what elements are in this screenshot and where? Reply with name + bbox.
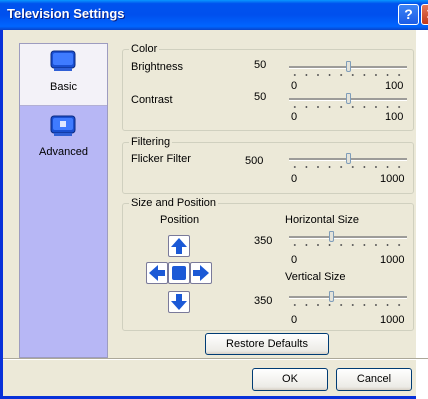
category-sidebar: Basic Advanced: [19, 43, 108, 358]
title-bar[interactable]: Television Settings ? ✕: [0, 0, 428, 30]
move-left-button[interactable]: [146, 262, 168, 284]
sidebar-item-label: Basic: [50, 81, 77, 93]
contrast-value: 50: [254, 91, 267, 103]
arrow-left-icon: [149, 265, 165, 281]
flicker-filter-max: 1000: [380, 173, 405, 185]
position-label: Position: [160, 214, 200, 226]
cancel-button[interactable]: Cancel: [336, 368, 412, 391]
slider-thumb[interactable]: [345, 153, 351, 164]
contrast-max: 100: [385, 111, 404, 123]
group-title: Filtering: [129, 136, 173, 149]
slider-thumb[interactable]: [328, 231, 334, 242]
move-up-button[interactable]: [168, 235, 190, 257]
flicker-filter-min: 0: [291, 173, 298, 185]
horizontal-size-label: Horizontal Size: [285, 214, 359, 226]
slider-thumb[interactable]: [345, 61, 351, 72]
help-button[interactable]: ?: [398, 4, 419, 25]
arrow-up-icon: [171, 238, 187, 254]
vertical-size-max: 1000: [380, 314, 405, 326]
brightness-value: 50: [254, 59, 267, 71]
window-title: Television Settings: [7, 6, 125, 21]
footer-separator: [3, 358, 428, 360]
center-square-icon: [172, 266, 186, 280]
horizontal-size-slider[interactable]: [289, 228, 407, 248]
contrast-slider[interactable]: [289, 90, 407, 110]
restore-defaults-button[interactable]: Restore Defaults: [205, 333, 329, 355]
move-right-button[interactable]: [190, 262, 212, 284]
vertical-size-slider[interactable]: [289, 288, 407, 308]
contrast-label: Contrast: [131, 94, 173, 106]
horizontal-size-value: 350: [254, 235, 273, 247]
horizontal-size-max: 1000: [380, 254, 405, 266]
arrow-right-icon: [193, 265, 209, 281]
brightness-label: Brightness: [131, 61, 183, 73]
center-position-button[interactable]: [168, 262, 190, 284]
vertical-size-label: Vertical Size: [285, 271, 346, 283]
vertical-size-min: 0: [291, 314, 298, 326]
arrow-down-icon: [171, 294, 187, 310]
contrast-min: 0: [291, 111, 298, 123]
group-title: Color: [129, 43, 160, 56]
vertical-size-value: 350: [254, 295, 273, 307]
ok-button[interactable]: OK: [252, 368, 328, 391]
close-button[interactable]: ✕: [421, 4, 428, 25]
flicker-filter-slider[interactable]: [289, 150, 407, 170]
sidebar-item-basic[interactable]: Basic: [20, 44, 107, 106]
horizontal-size-min: 0: [291, 254, 298, 266]
monitor-advanced-icon: [50, 115, 76, 136]
group-title: Size and Position: [129, 197, 218, 210]
sidebar-item-label: Advanced: [39, 146, 88, 158]
slider-thumb[interactable]: [345, 93, 351, 104]
sidebar-item-advanced[interactable]: Advanced: [20, 112, 107, 172]
flicker-filter-value: 500: [245, 155, 264, 167]
brightness-slider[interactable]: [289, 58, 407, 78]
slider-thumb[interactable]: [328, 291, 334, 302]
move-down-button[interactable]: [168, 291, 190, 313]
flicker-filter-label: Flicker Filter: [131, 153, 191, 165]
monitor-icon: [50, 50, 76, 71]
